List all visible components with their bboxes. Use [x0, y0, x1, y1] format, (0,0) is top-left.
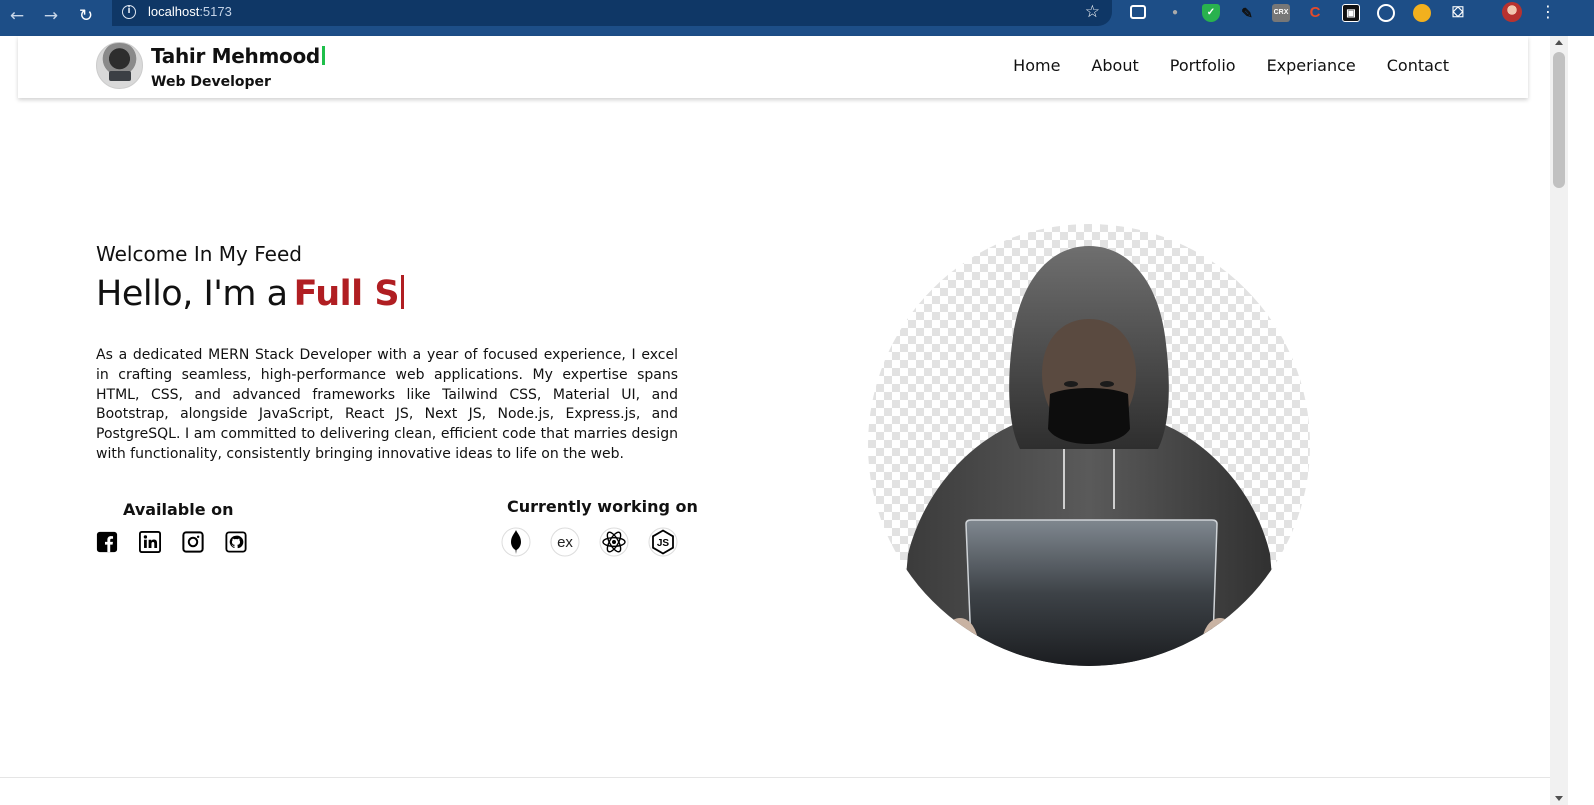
page-scrollbar[interactable] [1550, 36, 1568, 805]
browser-toolbar: ← → ↻ i localhost:5173 ☆ ● ✓ ✎ CRX C ▣ ⛋… [0, 0, 1594, 36]
back-icon[interactable]: ← [4, 3, 30, 29]
typed-role-caret [401, 275, 405, 309]
hacker-illustration [898, 246, 1280, 666]
welcome-heading: Welcome In My Feed [96, 242, 302, 266]
nav-portfolio[interactable]: Portfolio [1170, 56, 1236, 75]
bookmark-star-icon[interactable]: ☆ [1085, 2, 1100, 22]
nav-home[interactable]: Home [1013, 56, 1060, 75]
express-icon: ex [550, 527, 580, 557]
c-extension-icon[interactable]: C [1306, 4, 1324, 22]
color-extension-icon[interactable] [1413, 4, 1431, 22]
hero-heading: Hello, I'm a Full S [96, 274, 405, 314]
nodejs-icon-text: JS [657, 538, 670, 549]
scroll-down-arrow-icon[interactable] [1555, 796, 1563, 801]
page-viewport: Tahir Mehmood Web Developer Home About P… [0, 36, 1550, 805]
brand-role: Web Developer [151, 74, 271, 90]
eyedropper-extension-icon[interactable]: ✎ [1238, 4, 1256, 22]
extension-icon[interactable]: ● [1166, 4, 1184, 22]
reload-icon[interactable]: ↻ [73, 3, 99, 29]
scroll-up-arrow-icon[interactable] [1555, 40, 1563, 45]
app-extension-icon[interactable]: ▣ [1342, 4, 1360, 22]
target-extension-icon[interactable] [1377, 4, 1395, 22]
social-links [96, 531, 247, 553]
forward-icon[interactable]: → [38, 3, 64, 29]
address-bar[interactable]: i localhost:5173 ☆ [112, 0, 1112, 26]
nav-experiance[interactable]: Experiance [1267, 56, 1356, 75]
site-header: Tahir Mehmood Web Developer Home About P… [18, 36, 1528, 98]
nav-contact[interactable]: Contact [1387, 56, 1449, 75]
react-icon [599, 527, 629, 557]
instagram-icon[interactable] [182, 531, 204, 553]
github-icon[interactable] [225, 531, 247, 553]
scrollbar-thumb[interactable] [1553, 52, 1565, 188]
url-text[interactable]: localhost:5173 [148, 4, 232, 19]
profile-avatar[interactable] [1502, 2, 1522, 22]
hero-portrait [868, 224, 1310, 666]
menu-kebab-icon[interactable]: ⋮ [1540, 2, 1556, 21]
brand-avatar [96, 42, 143, 89]
window-edge [1568, 36, 1594, 805]
main-nav: Home About Portfolio Experiance Contact [1013, 56, 1449, 75]
nav-about[interactable]: About [1091, 56, 1138, 75]
brand-name: Tahir Mehmood [151, 44, 325, 68]
currently-working-title: Currently working on [507, 497, 698, 516]
nodejs-icon: JS [648, 527, 678, 557]
express-icon-text: ex [557, 534, 573, 551]
hero-description: As a dedicated MERN Stack Developer with… [96, 347, 678, 462]
section-divider [0, 777, 1550, 778]
shield-extension-icon[interactable]: ✓ [1202, 4, 1220, 22]
screencast-extension-icon[interactable] [1130, 5, 1146, 19]
typing-caret [321, 46, 325, 65]
available-on-title: Available on [123, 500, 234, 519]
facebook-icon[interactable] [96, 531, 118, 553]
mongodb-icon [501, 527, 531, 557]
tech-stack: ex JS [501, 527, 678, 557]
puzzle-extensions-icon[interactable]: ⛋ [1449, 4, 1467, 22]
typed-role: Full S [293, 274, 400, 314]
linkedin-icon[interactable] [139, 531, 161, 553]
site-info-icon[interactable]: i [122, 5, 136, 19]
crx-extension-icon[interactable]: CRX [1272, 4, 1290, 22]
